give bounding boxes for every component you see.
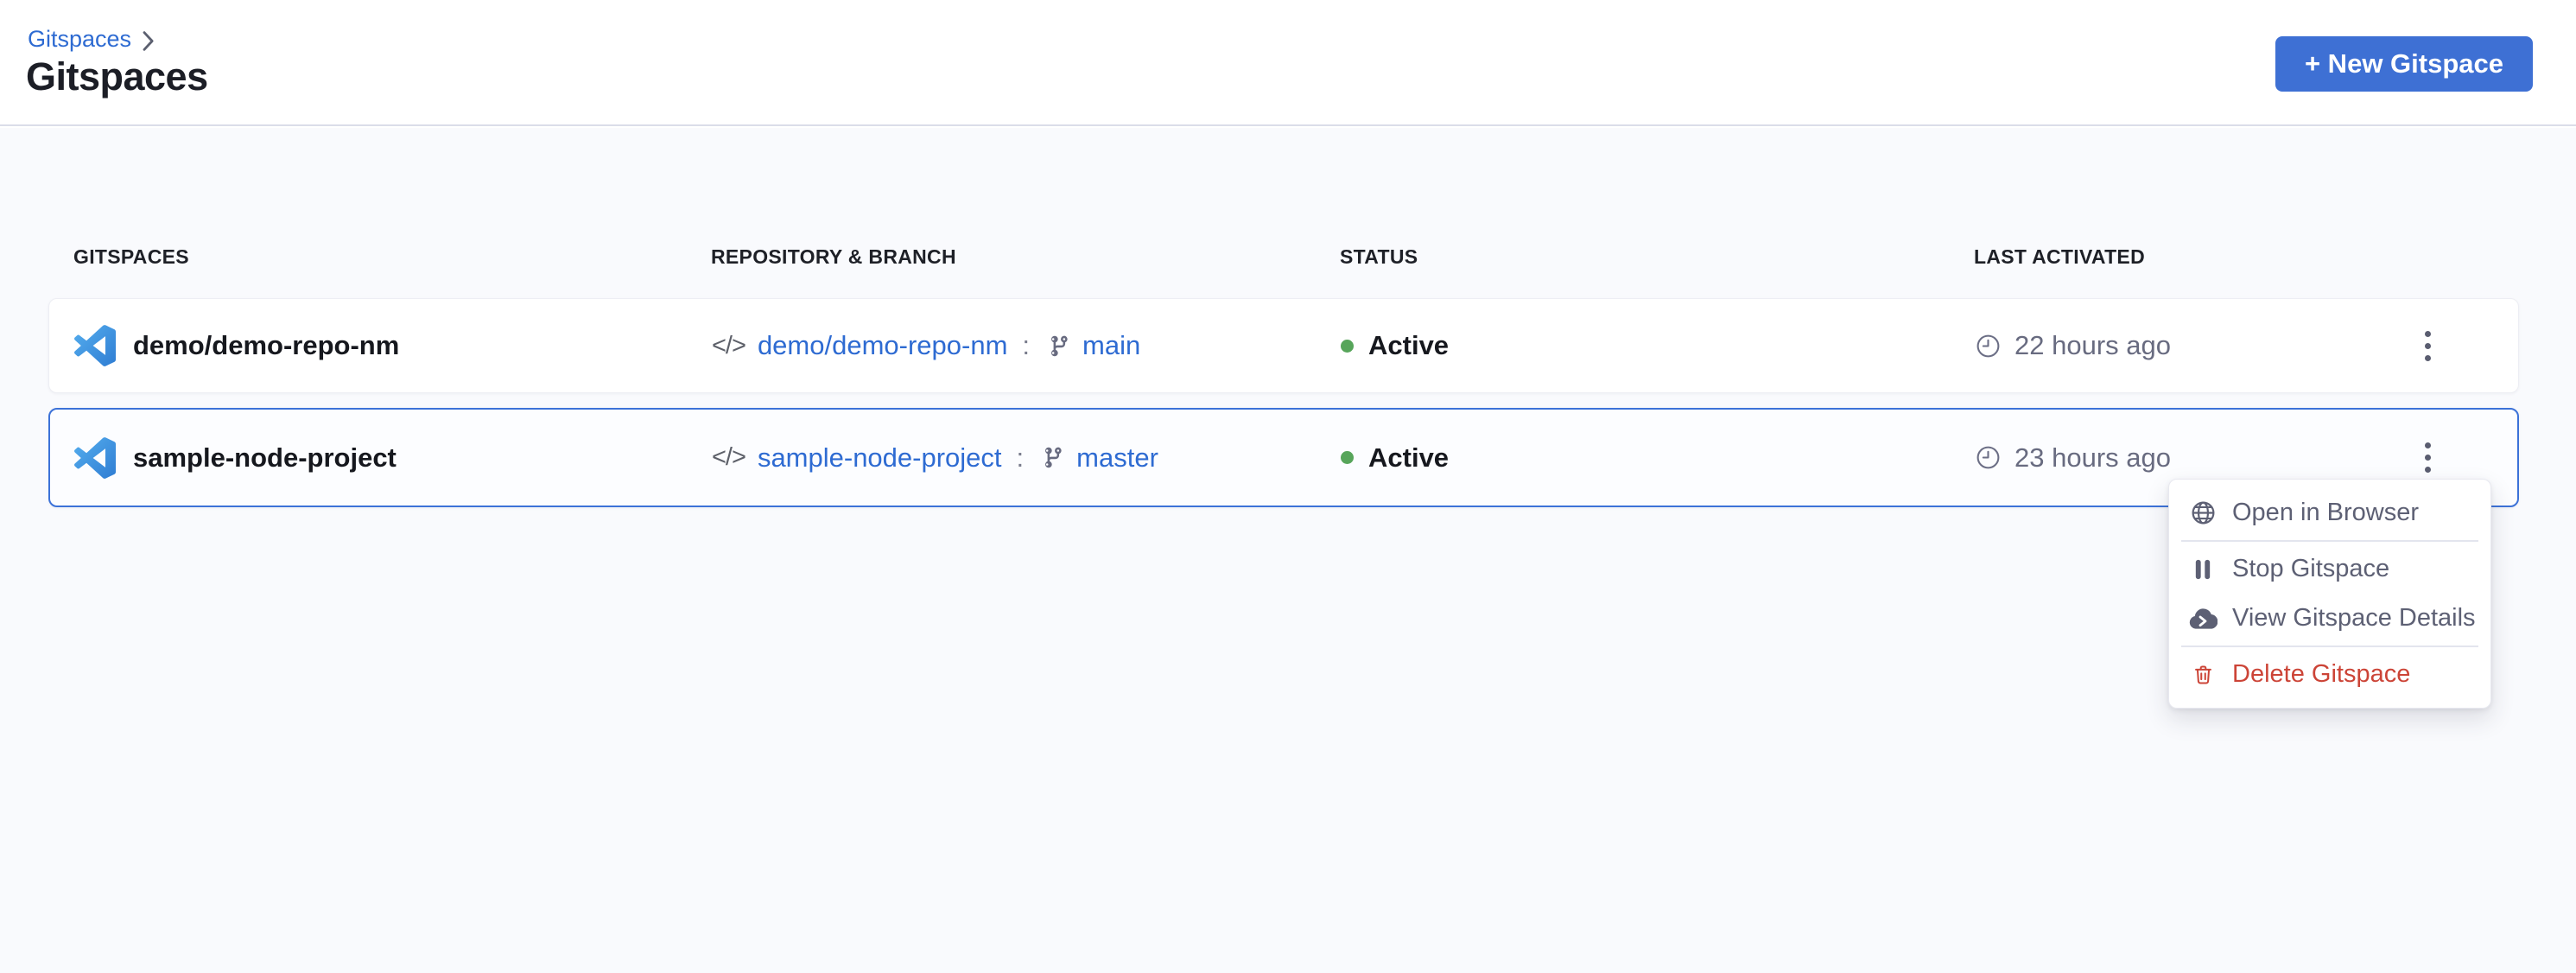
repo-branch-separator: : xyxy=(1014,442,1027,474)
menu-separator xyxy=(2181,540,2478,542)
menu-item-stop-gitspace[interactable]: Stop Gitspace xyxy=(2169,544,2490,594)
repo-branch-cell: </> demo/demo-repo-nm : main xyxy=(712,330,1341,361)
branch-link[interactable]: main xyxy=(1082,330,1140,361)
breadcrumb: Gitspaces xyxy=(28,26,155,53)
clock-icon xyxy=(1975,444,2002,471)
column-header-last-activated: LAST ACTIVATED xyxy=(1974,245,2337,269)
new-gitspace-button[interactable]: + New Gitspace xyxy=(2275,36,2533,92)
kebab-dot xyxy=(2425,343,2431,349)
repo-branch-cell: </> sample-node-project : master xyxy=(712,442,1341,474)
repo-link[interactable]: sample-node-project xyxy=(758,442,1002,474)
status-cell: Active xyxy=(1341,442,1975,474)
menu-item-view-gitspace-details[interactable]: View Gitspace Details xyxy=(2169,594,2490,643)
globe-icon xyxy=(2188,499,2218,526)
gitspace-name-cell: sample-node-project xyxy=(74,437,712,479)
status-label: Active xyxy=(1368,442,1449,474)
kebab-dot xyxy=(2425,467,2431,473)
column-header-gitspaces: GITSPACES xyxy=(73,245,711,269)
table-header-row: GITSPACES REPOSITORY & BRANCH STATUS LAS… xyxy=(73,244,2502,270)
gitspace-name: sample-node-project xyxy=(133,442,397,474)
pause-icon xyxy=(2188,557,2218,582)
kebab-dot xyxy=(2425,355,2431,361)
content-area: GITSPACES REPOSITORY & BRANCH STATUS LAS… xyxy=(0,128,2576,973)
last-activated-label: 22 hours ago xyxy=(2014,330,2171,361)
status-dot xyxy=(1341,340,1354,353)
column-header-status: STATUS xyxy=(1340,245,1974,269)
column-header-repository-branch: REPOSITORY & BRANCH xyxy=(711,245,1340,269)
row-actions-menu-button[interactable] xyxy=(2413,321,2443,372)
table-row[interactable]: demo/demo-repo-nm </> demo/demo-repo-nm … xyxy=(48,298,2519,393)
page-header: Gitspaces Gitspaces + New Gitspace xyxy=(0,0,2576,126)
menu-item-label: View Gitspace Details xyxy=(2232,604,2476,633)
row-actions-menu: Open in Browser Stop Gitspace View Gitsp… xyxy=(2168,479,2491,709)
vscode-icon xyxy=(74,325,116,366)
kebab-dot xyxy=(2425,331,2431,337)
menu-item-open-in-browser[interactable]: Open in Browser xyxy=(2169,488,2490,537)
kebab-dot xyxy=(2425,442,2431,448)
chevron-right-icon xyxy=(142,28,155,52)
menu-item-label: Delete Gitspace xyxy=(2232,660,2410,689)
menu-item-label: Stop Gitspace xyxy=(2232,555,2389,583)
menu-item-label: Open in Browser xyxy=(2232,499,2419,527)
code-icon: </> xyxy=(712,332,746,360)
gitspace-name: demo/demo-repo-nm xyxy=(133,330,399,361)
repo-link[interactable]: demo/demo-repo-nm xyxy=(758,330,1007,361)
row-actions-menu-button[interactable] xyxy=(2413,432,2443,483)
git-branch-icon xyxy=(1041,446,1064,469)
breadcrumb-link-gitspaces[interactable]: Gitspaces xyxy=(28,26,131,53)
repo-branch-separator: : xyxy=(1019,330,1032,361)
branch-link[interactable]: master xyxy=(1076,442,1158,474)
last-activated-cell: 22 hours ago xyxy=(1975,330,2338,361)
code-icon: </> xyxy=(712,443,746,472)
last-activated-cell: 23 hours ago xyxy=(1975,442,2338,474)
last-activated-label: 23 hours ago xyxy=(2014,442,2171,474)
table-row-selected[interactable]: sample-node-project </> sample-node-proj… xyxy=(48,408,2519,507)
status-cell: Active xyxy=(1341,330,1975,361)
vscode-icon xyxy=(74,437,116,479)
cloud-icon xyxy=(2188,606,2218,632)
kebab-dot xyxy=(2425,455,2431,461)
trash-icon xyxy=(2188,662,2218,687)
page-title: Gitspaces xyxy=(26,55,208,99)
gitspace-name-cell: demo/demo-repo-nm xyxy=(74,325,712,366)
menu-item-delete-gitspace[interactable]: Delete Gitspace xyxy=(2169,650,2490,699)
status-label: Active xyxy=(1368,330,1449,361)
git-branch-icon xyxy=(1047,334,1070,358)
status-dot xyxy=(1341,451,1354,464)
clock-icon xyxy=(1975,333,2002,359)
menu-separator xyxy=(2181,645,2478,647)
